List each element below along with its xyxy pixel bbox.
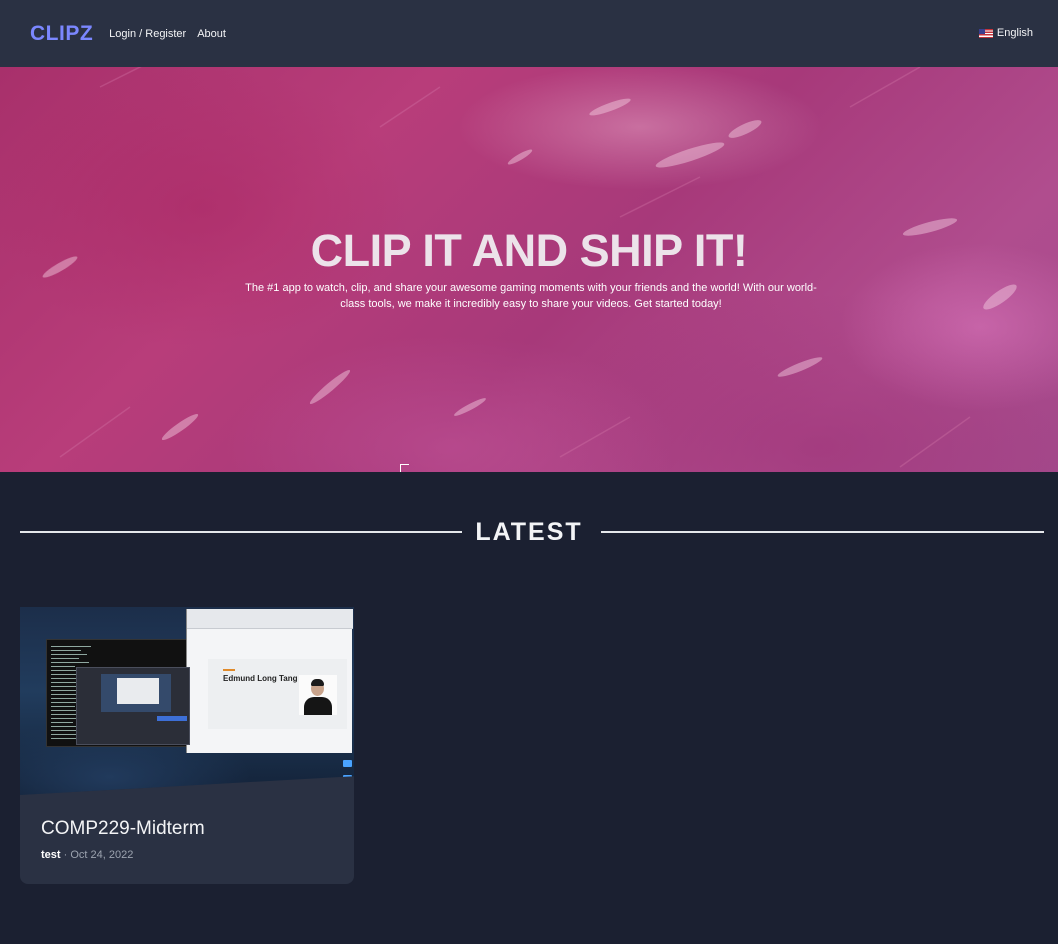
latest-heading: LATEST xyxy=(475,518,583,546)
cursor-icon xyxy=(400,464,409,472)
thumbnail-recorder-window xyxy=(76,667,190,745)
clip-meta: test · Oct 24, 2022 xyxy=(41,849,133,861)
hero-banner: CLIP IT AND SHIP IT! The #1 app to watch… xyxy=(0,67,1058,472)
folder-icon xyxy=(343,760,352,767)
thumbnail-portrait xyxy=(299,675,337,715)
clip-date: Oct 24, 2022 xyxy=(70,849,134,861)
hero-title: CLIP IT AND SHIP IT! xyxy=(310,225,748,276)
language-label: English xyxy=(996,27,1033,39)
language-selector[interactable]: English xyxy=(978,27,1033,39)
clip-card[interactable]: Edmund Long Tang COMP229-Midterm test · … xyxy=(20,607,354,884)
logo[interactable]: CLIPZ xyxy=(30,22,93,46)
clip-author: test xyxy=(41,849,61,861)
us-flag-icon xyxy=(978,28,993,38)
about-link[interactable]: About xyxy=(197,28,226,40)
folder-icon xyxy=(343,775,352,782)
thumbnail-browser-window: Edmund Long Tang xyxy=(186,609,353,753)
login-register-link[interactable]: Login / Register xyxy=(109,28,186,40)
thumbnail-slide-name: Edmund Long Tang xyxy=(223,674,298,683)
clip-thumbnail[interactable]: Edmund Long Tang xyxy=(20,607,354,795)
hero-description: The #1 app to watch, clip, and share you… xyxy=(245,282,817,310)
navbar: CLIPZ Login / Register About English xyxy=(0,0,1058,67)
clip-title[interactable]: COMP229-Midterm xyxy=(41,818,205,840)
thumbnail-slide: Edmund Long Tang xyxy=(208,659,347,729)
clip-meta-separator: · xyxy=(63,849,68,861)
